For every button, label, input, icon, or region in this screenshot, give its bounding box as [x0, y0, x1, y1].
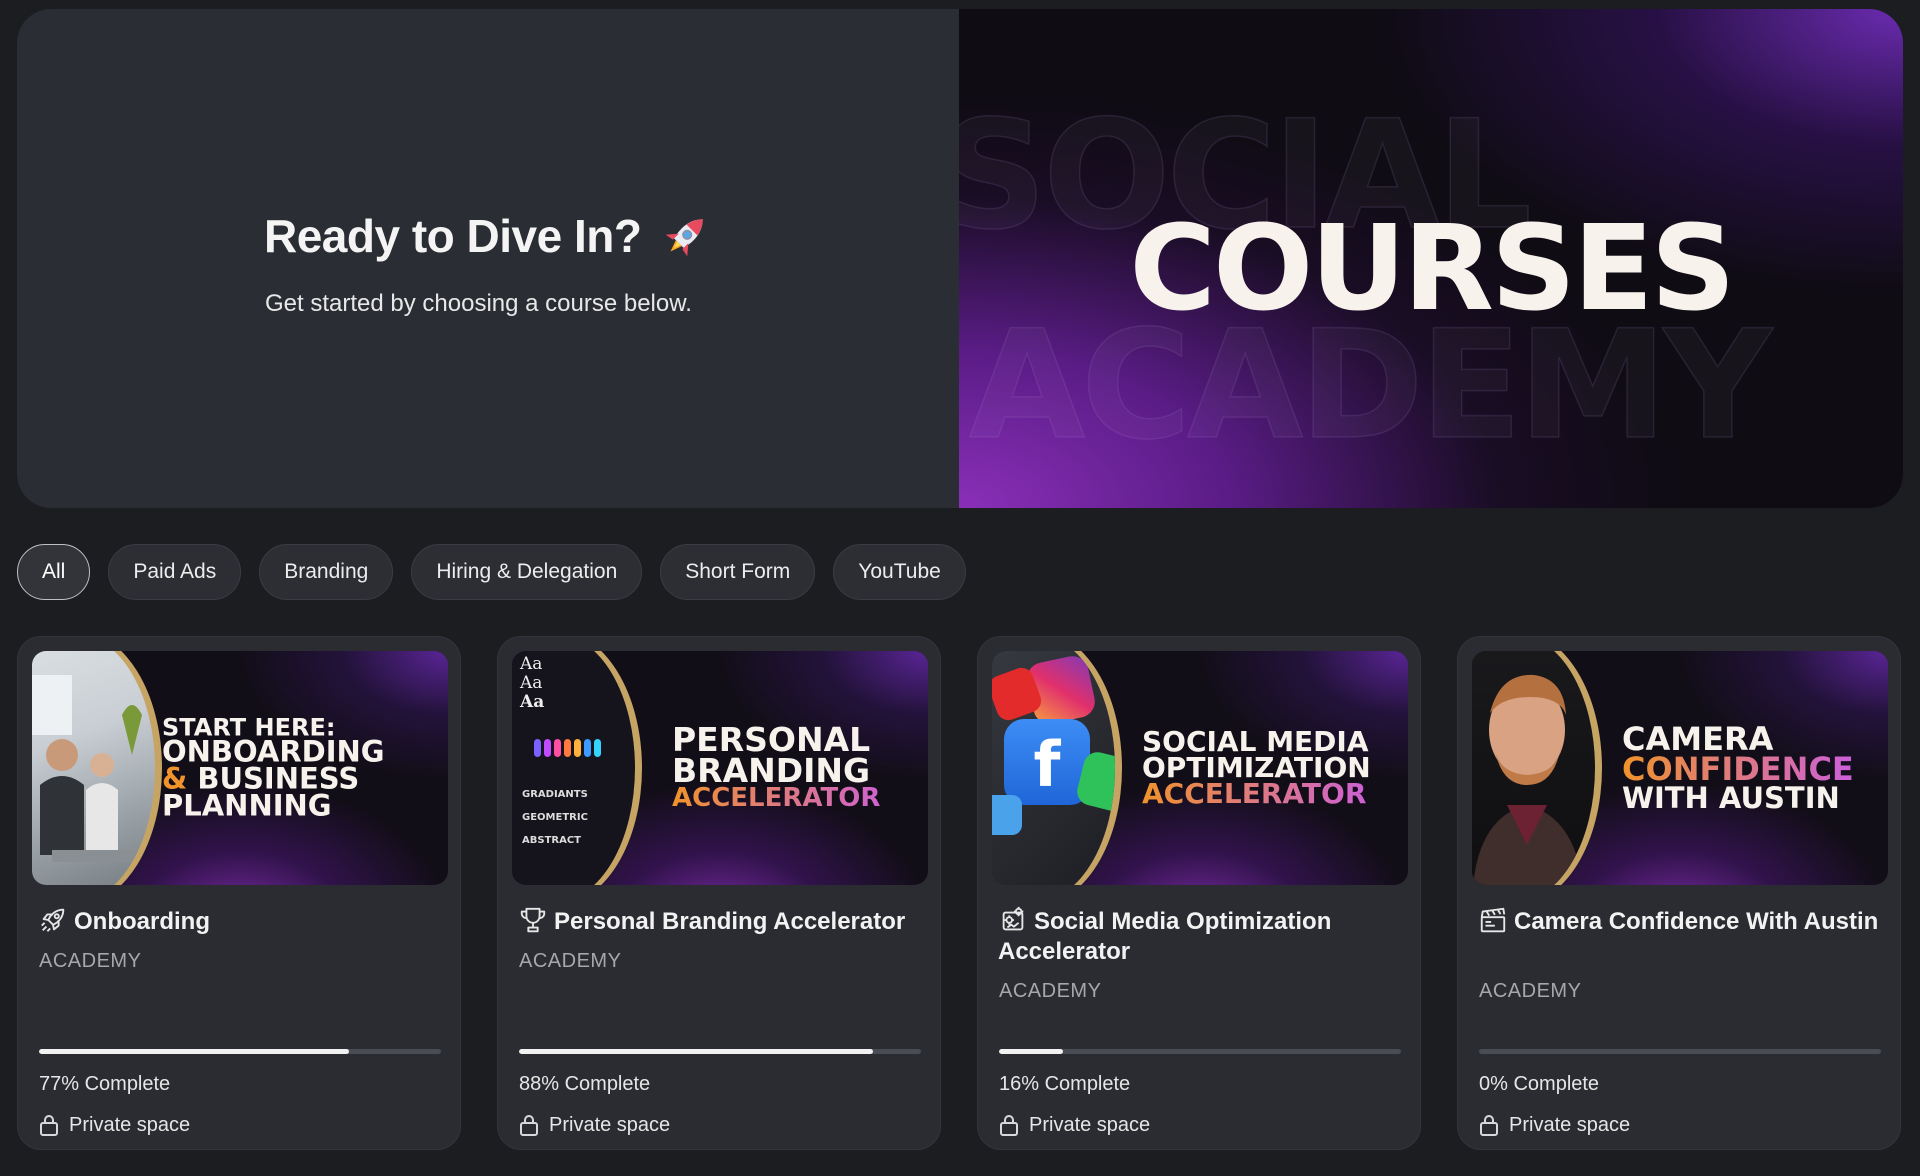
progress-label: 77% Complete — [39, 1073, 171, 1095]
course-card-personal-branding[interactable]: Aa Aa Aa GRADIANTS GEOMETRIC ABSTRACT PE… — [497, 636, 941, 1150]
thumbnail-typography-panel: Aa Aa Aa GRADIANTS GEOMETRIC ABSTRACT — [512, 651, 642, 885]
progress-fill — [39, 1049, 349, 1054]
course-card-camera-confidence[interactable]: CAMERA CONFIDENCE WITH AUSTIN Camera Con… — [1457, 636, 1901, 1150]
thumbnail-photo-meeting — [32, 651, 162, 885]
twitter-app-icon — [992, 795, 1022, 835]
course-category: ACADEMY — [39, 950, 142, 972]
thumbnail-title: SOCIAL MEDIA OPTIMIZATION ACCELERATOR — [1142, 727, 1392, 807]
lock-icon — [1000, 1115, 1018, 1136]
gear-analytics-icon — [1002, 906, 1024, 931]
progress-fill — [519, 1049, 873, 1054]
thumbnail-title: START HERE: ONBOARDING & BUSINESS PLANNI… — [162, 715, 432, 823]
clapperboard-icon — [1480, 907, 1506, 933]
thumbnail-side-text: Aa — [520, 692, 545, 712]
thumbnail-side-text: Aa — [520, 654, 543, 674]
thumbnail-line: WITH AUSTIN — [1622, 780, 1840, 815]
course-thumbnail: CAMERA CONFIDENCE WITH AUSTIN — [1472, 651, 1888, 885]
course-thumbnail: f SOCIAL MEDIA OPTIMIZATION ACCELERATOR — [992, 651, 1408, 885]
rocket-icon — [666, 219, 704, 257]
visibility-text: Private space — [549, 1113, 671, 1136]
course-title[interactable]: Social Media Optimization Accelerator — [998, 905, 1404, 967]
filter-chip-paid-ads[interactable]: Paid Ads — [108, 544, 242, 600]
courses-banner-image: SOCIAL ACADEMY COURSES — [959, 9, 1903, 508]
progress-bar — [999, 1049, 1401, 1054]
filter-chip-youtube[interactable]: YouTube — [833, 544, 966, 600]
thumbnail-line: BRANDING — [672, 750, 871, 790]
category-filter-bar: All Paid Ads Branding Hiring & Delegatio… — [17, 544, 966, 600]
hero-left-panel: Ready to Dive In? Get started by choosin… — [17, 9, 959, 508]
course-card-grid: START HERE: ONBOARDING & BUSINESS PLANNI… — [17, 636, 1901, 1150]
progress-fill — [999, 1049, 1064, 1054]
course-title-text: Onboarding — [74, 908, 210, 935]
thumbnail-social-apps-photo: f — [992, 651, 1122, 885]
visibility-label: Private space — [519, 1113, 670, 1137]
course-thumbnail: START HERE: ONBOARDING & BUSINESS PLANNI… — [32, 651, 448, 885]
visibility-label: Private space — [1479, 1113, 1630, 1137]
course-thumbnail: Aa Aa Aa GRADIANTS GEOMETRIC ABSTRACT PE… — [512, 651, 928, 885]
progress-bar — [519, 1049, 921, 1054]
filter-chip-hiring-delegation[interactable]: Hiring & Delegation — [411, 544, 643, 600]
visibility-text: Private space — [1029, 1113, 1151, 1136]
progress-label: 88% Complete — [519, 1073, 651, 1095]
thumbnail-title: CAMERA CONFIDENCE WITH AUSTIN — [1622, 723, 1872, 815]
thumbnail-title: PERSONAL BRANDING ACCELERATOR — [672, 723, 912, 812]
trophy-icon — [520, 907, 546, 933]
hero-heading: Ready to Dive In? — [264, 209, 713, 263]
thumbnail-line: PLANNING — [162, 788, 332, 823]
course-category: ACADEMY — [519, 950, 622, 972]
hero-heading-text: Ready to Dive In? — [264, 210, 642, 262]
thumbnail-side-text: Aa — [520, 673, 543, 693]
visibility-text: Private space — [69, 1113, 191, 1136]
color-swatches — [534, 739, 601, 757]
filter-chip-branding[interactable]: Branding — [259, 544, 394, 600]
progress-bar — [1479, 1049, 1881, 1054]
progress-label: 16% Complete — [999, 1073, 1131, 1095]
course-category: ACADEMY — [1479, 980, 1582, 1002]
app-root: Ready to Dive In? Get started by choosin… — [0, 0, 1920, 1176]
course-title[interactable]: Personal Branding Accelerator — [518, 905, 924, 937]
course-title-text: Social Media Optimization Accelerator — [998, 908, 1332, 965]
lock-icon — [40, 1115, 58, 1136]
progress-label: 0% Complete — [1479, 1073, 1600, 1095]
thumbnail-side-text: ABSTRACT — [522, 835, 581, 846]
lock-icon — [520, 1115, 538, 1136]
banner-title: COURSES — [1129, 199, 1735, 337]
thumbnail-portrait-photo — [1472, 651, 1602, 885]
visibility-label: Private space — [39, 1113, 190, 1137]
thumbnail-side-text: GEOMETRIC — [522, 812, 588, 823]
thumbnail-line: ACCELERATOR — [1142, 779, 1392, 807]
thumbnail-line: ACCELERATOR — [672, 786, 912, 812]
course-card-onboarding[interactable]: START HERE: ONBOARDING & BUSINESS PLANNI… — [17, 636, 461, 1150]
visibility-label: Private space — [999, 1113, 1150, 1137]
course-card-social-media-optimization[interactable]: f SOCIAL MEDIA OPTIMIZATION ACCELERATOR … — [977, 636, 1421, 1150]
hero-subheading: Get started by choosing a course below. — [265, 290, 692, 317]
course-category: ACADEMY — [999, 980, 1102, 1002]
lock-icon — [1480, 1115, 1498, 1136]
thumbnail-side-text: GRADIANTS — [522, 789, 588, 800]
course-title[interactable]: Onboarding — [38, 905, 444, 937]
hero-banner: Ready to Dive In? Get started by choosin… — [17, 9, 1903, 508]
rocket-outline-icon — [41, 908, 65, 932]
visibility-text: Private space — [1509, 1113, 1631, 1136]
filter-chip-short-form[interactable]: Short Form — [660, 544, 816, 600]
filter-chip-all[interactable]: All — [17, 544, 91, 600]
progress-bar — [39, 1049, 441, 1054]
course-title-text: Camera Confidence With Austin — [1514, 908, 1879, 935]
course-title-text: Personal Branding Accelerator — [554, 908, 906, 935]
course-title[interactable]: Camera Confidence With Austin — [1478, 905, 1884, 937]
